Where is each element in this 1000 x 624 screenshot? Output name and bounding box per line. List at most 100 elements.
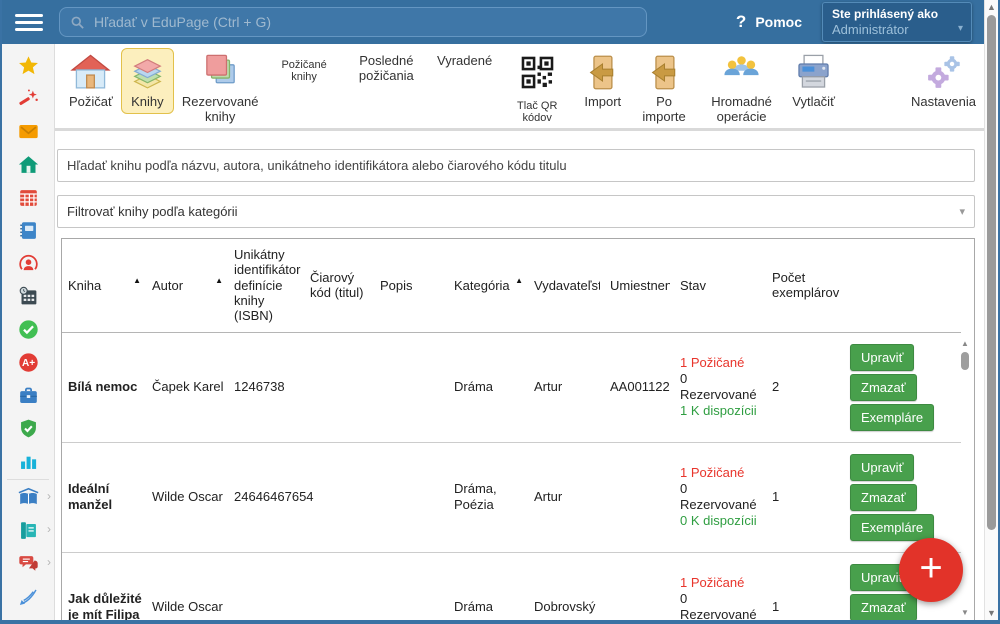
toolbar-item-label: Import bbox=[584, 95, 621, 110]
chevron-right-icon: › bbox=[47, 489, 51, 503]
vydavatelstvo-value: Dobrovský bbox=[534, 599, 595, 614]
column-header-9: Počet exemplárov bbox=[766, 239, 844, 332]
toolbar-item-qr-code[interactable]: Tlač QR kódov bbox=[500, 48, 574, 129]
user-menu[interactable]: Ste prihlásený ako Administrátor ▾ bbox=[822, 2, 972, 42]
delete-button[interactable]: Zmazať bbox=[850, 484, 917, 511]
column-header-8: Stav bbox=[674, 239, 766, 332]
cell-pocet: 1 bbox=[766, 442, 844, 552]
book-search-input[interactable]: Hľadať knihu podľa názvu, autora, unikát… bbox=[57, 149, 975, 182]
toolbar-item-discarded-books[interactable]: Vyradené bbox=[431, 48, 498, 73]
column-header-4: Popis bbox=[374, 239, 448, 332]
sort-asc-icon[interactable]: ▲ bbox=[215, 276, 223, 285]
edit-button[interactable]: Upraviť bbox=[850, 454, 914, 481]
cell-kniha: Jak důležité je mít Filipa bbox=[62, 552, 146, 620]
settings-gears-icon bbox=[923, 52, 964, 93]
add-book-button[interactable]: + bbox=[899, 538, 963, 602]
page-scrollbar[interactable]: ▲ ▼ bbox=[984, 0, 998, 620]
toolbar-item-import[interactable]: Import bbox=[576, 48, 629, 114]
cell-isbn bbox=[228, 552, 304, 620]
kategoria-value: Dráma bbox=[454, 379, 493, 394]
delete-button[interactable]: Zmazať bbox=[850, 594, 917, 620]
scroll-up-icon[interactable]: ▲ bbox=[959, 339, 971, 348]
column-header-label: Kategória bbox=[454, 278, 510, 293]
toolbar-item-label: Požičať bbox=[69, 95, 113, 110]
sidebar-item-briefcase[interactable] bbox=[2, 379, 54, 412]
cell-ciarovy_kod bbox=[304, 552, 374, 620]
sidebar-item-documents[interactable]: › bbox=[2, 514, 54, 547]
cell-popis bbox=[374, 332, 448, 442]
copies-button[interactable]: Exempláre bbox=[850, 514, 934, 541]
reserved-books-icon bbox=[200, 52, 241, 93]
column-header-label: Stav bbox=[680, 278, 706, 293]
sidebar-item-mail[interactable] bbox=[2, 115, 54, 148]
books-table: Kniha▲ Autor ▲ Unikátny identifikátor defin… bbox=[62, 239, 961, 620]
column-header-label: Autor bbox=[152, 278, 183, 293]
toolbar-item-borrowed-books[interactable]: Požičané knihy bbox=[267, 48, 342, 88]
chevron-right-icon: › bbox=[47, 522, 51, 536]
table-row: Jak důležité je mít FilipaWilde OscarDrá… bbox=[62, 552, 961, 620]
sidebar-item-shield[interactable] bbox=[2, 412, 54, 445]
sidebar-item-check-circle[interactable] bbox=[2, 313, 54, 346]
sidebar-item-timetable[interactable] bbox=[2, 280, 54, 313]
scroll-down-icon[interactable]: ▼ bbox=[959, 608, 971, 617]
print-icon bbox=[793, 52, 834, 93]
scroll-up-icon[interactable]: ▲ bbox=[985, 2, 998, 12]
cell-kategoria: Dráma bbox=[448, 552, 528, 620]
toolbar-item-reserved-books[interactable]: Rezervované knihy bbox=[176, 48, 265, 128]
category-filter-select[interactable]: Filtrovať knihy podľa kategórii ▾ bbox=[57, 195, 975, 228]
hamburger-menu-icon[interactable] bbox=[15, 10, 43, 35]
toolbar-item-settings-gears[interactable]: Nastavenia bbox=[905, 48, 982, 114]
sidebar-item-home[interactable] bbox=[2, 148, 54, 181]
column-header-2: Unikátny identifikátor definície knihy (… bbox=[228, 239, 304, 332]
sidebar-item-chart[interactable] bbox=[2, 445, 54, 478]
import-icon bbox=[582, 52, 623, 93]
status-line: 1 Požičané bbox=[680, 355, 762, 371]
copies-button[interactable]: Exempláre bbox=[850, 404, 934, 431]
scroll-down-icon[interactable]: ▼ bbox=[985, 608, 998, 618]
kniha-value: Jak důležité je mít Filipa bbox=[68, 591, 142, 620]
cell-stav: 1 Požičané0 Rezervované0 K dispozícii bbox=[674, 552, 766, 620]
global-search-input[interactable]: Hľadať v EduPage (Ctrl + G) bbox=[59, 7, 647, 37]
edupage-window: Hľadať v EduPage (Ctrl + G) ? Pomoc Ste … bbox=[0, 0, 1000, 624]
toolbar-item-print[interactable]: Vytlačiť bbox=[786, 48, 841, 114]
user-role: Administrátor bbox=[832, 22, 962, 37]
toolbar-item-recent-borrows[interactable]: Posledné požičania bbox=[344, 48, 429, 87]
cell-kniha: Bílá nemoc bbox=[62, 332, 146, 442]
cell-isbn: 1246738 bbox=[228, 332, 304, 442]
search-icon bbox=[70, 15, 94, 30]
sidebar-item-pen[interactable] bbox=[2, 580, 54, 613]
sidebar-item-library[interactable]: › bbox=[2, 481, 54, 514]
global-search-placeholder: Hľadať v EduPage (Ctrl + G) bbox=[94, 14, 271, 30]
status-line: 0 Rezervované bbox=[680, 481, 762, 514]
mail-icon bbox=[18, 121, 39, 142]
shield-icon bbox=[18, 418, 39, 439]
table-scrollbar-thumb[interactable] bbox=[961, 352, 969, 370]
page-scrollbar-thumb[interactable] bbox=[987, 15, 996, 530]
sidebar-item-grades[interactable]: A+ bbox=[2, 346, 54, 379]
sort-asc-icon[interactable]: ▲ bbox=[133, 276, 141, 285]
sidebar-item-calendar[interactable] bbox=[2, 181, 54, 214]
cell-kategoria: Dráma bbox=[448, 332, 528, 442]
sidebar-item-chat[interactable]: › bbox=[2, 547, 54, 580]
toolbar-item-label: Knihy bbox=[131, 95, 164, 110]
column-header-0[interactable]: Kniha▲ bbox=[62, 239, 146, 332]
vydavatelstvo-value: Artur bbox=[534, 379, 562, 394]
pen-icon bbox=[18, 586, 39, 607]
cell-vydavatelstvo: Dobrovský bbox=[528, 552, 604, 620]
sidebar-item-person[interactable] bbox=[2, 247, 54, 280]
help-button[interactable]: ? Pomoc bbox=[736, 12, 802, 32]
column-header-1[interactable]: Autor ▲ bbox=[146, 239, 228, 332]
sidebar-item-star[interactable] bbox=[2, 49, 54, 82]
delete-button[interactable]: Zmazať bbox=[850, 374, 917, 401]
sidebar-item-magic-wand[interactable] bbox=[2, 82, 54, 115]
column-header-5[interactable]: Kategória ▲ bbox=[448, 239, 528, 332]
column-header-3: Čiarový kód (titul) bbox=[304, 239, 374, 332]
toolbar-item-books-stack[interactable]: Knihy bbox=[121, 48, 174, 114]
autor-value: Wilde Oscar bbox=[152, 489, 223, 504]
toolbar-item-bulk-operations[interactable]: Hromadné operácie bbox=[699, 48, 784, 128]
sort-asc-icon[interactable]: ▲ bbox=[515, 276, 523, 285]
sidebar-item-notebook[interactable] bbox=[2, 214, 54, 247]
toolbar-item-borrow-home[interactable]: Požičať bbox=[63, 48, 119, 114]
edit-button[interactable]: Upraviť bbox=[850, 344, 914, 371]
toolbar-item-after-import[interactable]: Po importe bbox=[631, 48, 697, 128]
